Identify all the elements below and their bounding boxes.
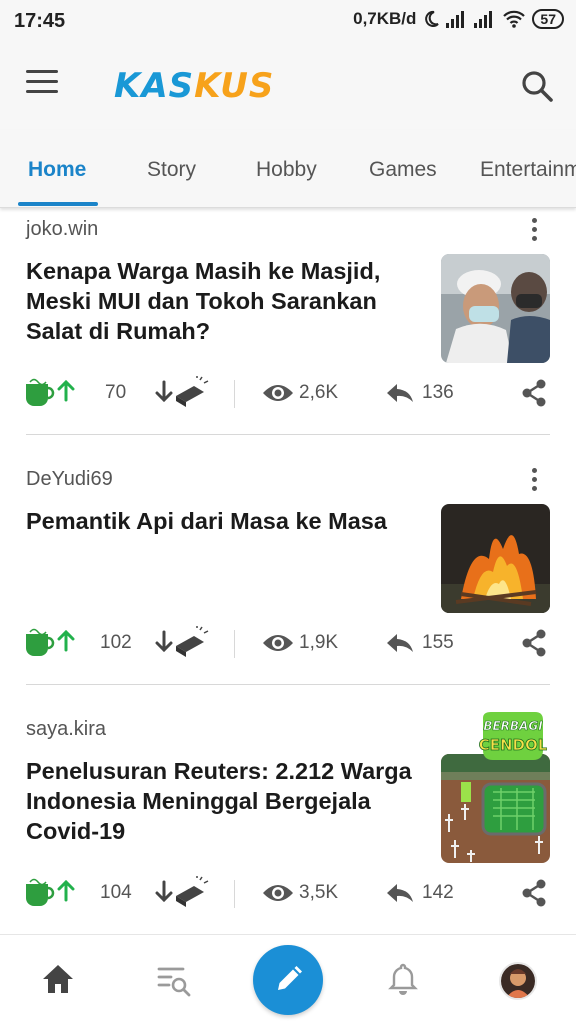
bata-downvote-icon[interactable]	[154, 376, 210, 410]
thread-card[interactable]: DeYudi69 Pemantik Api dari Masa ke Masa …	[0, 458, 576, 708]
hamburger-menu-icon[interactable]	[26, 70, 60, 96]
badge-line-1: BERBAGI	[483, 719, 543, 733]
thread-thumbnail[interactable]	[441, 504, 550, 613]
thread-author[interactable]: joko.win	[26, 218, 98, 241]
bata-downvote-icon[interactable]	[154, 876, 210, 910]
views-eye-icon	[263, 385, 293, 401]
profile-avatar[interactable]	[499, 962, 537, 1000]
reply-icon[interactable]	[386, 632, 414, 654]
thread-card[interactable]: joko.win Kenapa Warga Masih ke Masjid, M…	[0, 208, 576, 458]
views-eye-icon	[263, 885, 293, 901]
thread-author[interactable]: saya.kira	[26, 718, 106, 741]
thread-divider	[26, 434, 550, 435]
thread-author[interactable]: DeYudi69	[26, 468, 113, 491]
thread-title[interactable]: Penelusuran Reuters: 2.212 Warga Indones…	[26, 756, 418, 846]
create-thread-button[interactable]	[253, 945, 323, 1015]
share-icon[interactable]	[520, 878, 548, 908]
signal-icon	[446, 10, 468, 28]
share-icon[interactable]	[520, 378, 548, 408]
thread-stats: 102 1,9K 155	[0, 620, 576, 664]
active-tab-indicator	[18, 202, 98, 206]
share-icon[interactable]	[520, 628, 548, 658]
pencil-icon	[278, 966, 302, 990]
reply-count: 142	[422, 882, 454, 903]
tab-hobby[interactable]: Hobby	[256, 158, 317, 182]
status-time: 17:45	[14, 10, 66, 32]
thread-divider	[26, 684, 550, 685]
notification-bell-icon[interactable]	[385, 961, 421, 997]
cendol-upvote-icon[interactable]	[24, 876, 76, 910]
cendol-count: 70	[105, 382, 127, 403]
moon-icon	[425, 10, 440, 27]
cendol-count: 104	[100, 882, 132, 903]
wifi-icon	[503, 10, 526, 28]
thread-feed[interactable]: joko.win Kenapa Warga Masih ke Masjid, M…	[0, 208, 576, 934]
reply-icon[interactable]	[386, 882, 414, 904]
views-eye-icon	[263, 635, 293, 651]
thread-title[interactable]: Kenapa Warga Masih ke Masjid, Meski MUI …	[26, 256, 418, 346]
thread-thumbnail[interactable]	[441, 254, 550, 363]
logo-part-2: KUS	[194, 66, 275, 106]
cendol-upvote-icon[interactable]	[24, 626, 76, 660]
views-count: 2,6K	[299, 382, 339, 403]
reply-count: 136	[422, 382, 454, 403]
thread-stats: 70 2,6K 136	[0, 370, 576, 414]
network-speed: 0,7KB/d	[353, 9, 417, 28]
tab-entertainment[interactable]: Entertainm	[480, 158, 576, 182]
stats-separator	[234, 380, 235, 408]
views-count: 1,9K	[299, 632, 339, 653]
more-options-icon[interactable]	[525, 466, 545, 494]
home-icon[interactable]	[40, 961, 76, 997]
views-count: 3,5K	[299, 882, 339, 903]
bata-downvote-icon[interactable]	[154, 626, 210, 660]
reply-count: 155	[422, 632, 454, 653]
thread-card[interactable]: saya.kira Penelusuran Reuters: 2.212 War…	[0, 708, 576, 934]
cendol-count: 102	[100, 632, 132, 653]
tab-games[interactable]: Games	[369, 158, 437, 182]
cendol-upvote-icon[interactable]	[24, 376, 76, 410]
battery-icon: 57	[532, 9, 564, 29]
kaskus-logo[interactable]: KASKUS	[114, 66, 274, 106]
status-icons: 0,7KB/d 57	[353, 9, 564, 29]
bottom-navigation	[0, 934, 576, 1024]
search-threads-icon[interactable]	[156, 961, 192, 997]
search-icon[interactable]	[519, 68, 555, 104]
berbagi-cendol-badge[interactable]: BERBAGI CENDOL	[477, 710, 547, 764]
more-options-icon[interactable]	[525, 216, 545, 244]
avatar-image	[501, 964, 535, 998]
logo-part-1: KAS	[114, 66, 195, 106]
thread-thumbnail[interactable]	[441, 754, 550, 863]
app-bar: KASKUS	[0, 40, 576, 130]
thread-title[interactable]: Pemantik Api dari Masa ke Masa	[26, 506, 418, 536]
category-tabs: Home Story Hobby Games Entertainm	[0, 130, 576, 208]
reply-icon[interactable]	[386, 382, 414, 404]
tab-story[interactable]: Story	[147, 158, 196, 182]
badge-line-2: CENDOL	[479, 736, 547, 754]
thread-stats: 104 3,5K 142	[0, 870, 576, 914]
status-bar: 17:45 0,7KB/d 57	[0, 0, 576, 40]
signal-icon	[474, 10, 496, 28]
stats-separator	[234, 630, 235, 658]
tab-home[interactable]: Home	[28, 158, 86, 182]
stats-separator	[234, 880, 235, 908]
